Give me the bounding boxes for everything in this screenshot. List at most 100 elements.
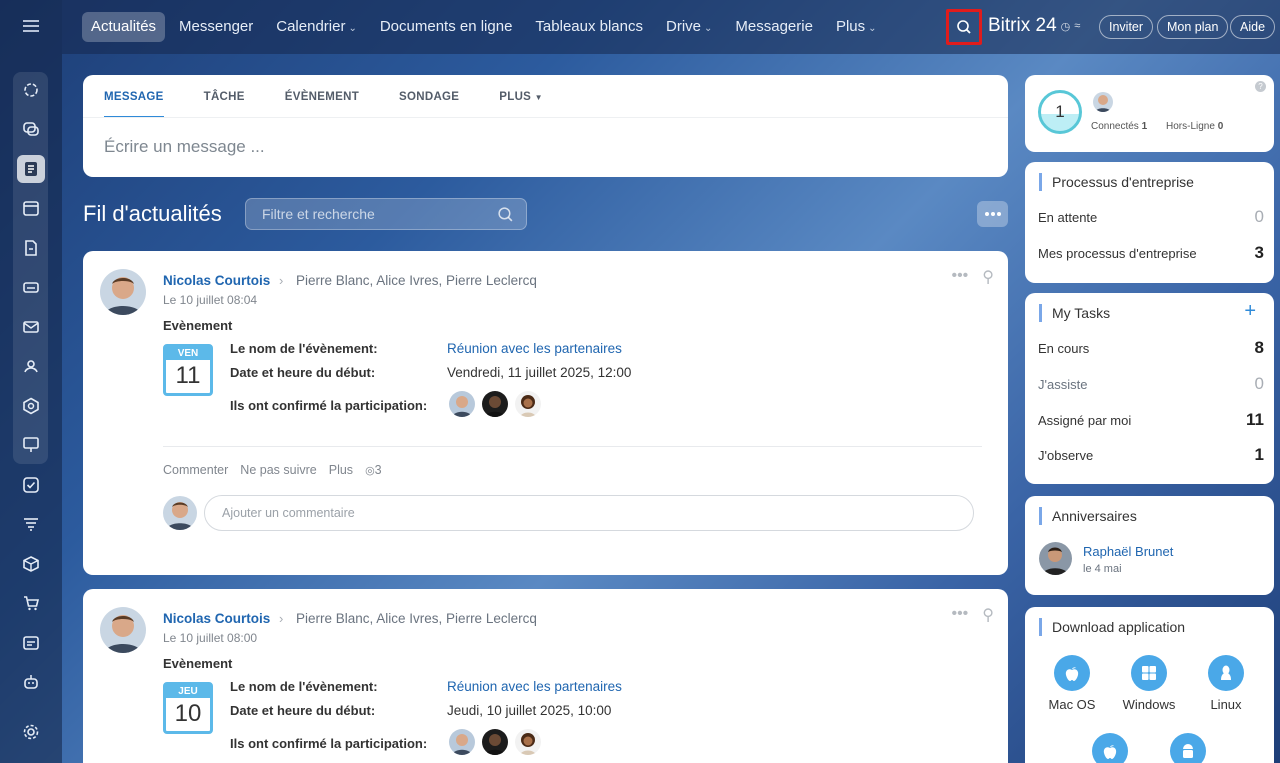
- participant-avatar[interactable]: [482, 391, 508, 417]
- author-avatar[interactable]: [100, 607, 146, 653]
- filter-search-input[interactable]: Filtre et recherche: [245, 198, 527, 230]
- task-row[interactable]: J'assiste 0: [1038, 374, 1264, 394]
- more-dots-icon[interactable]: •••: [951, 605, 968, 625]
- document-icon[interactable]: [17, 234, 45, 262]
- nav-messenger[interactable]: Messenger: [170, 12, 262, 42]
- widget-title: Download application: [1039, 618, 1185, 636]
- invite-button[interactable]: Inviter: [1099, 15, 1154, 39]
- calendar-icon[interactable]: [17, 194, 45, 222]
- nav-plus[interactable]: Plus ⌄: [827, 12, 886, 42]
- process-row[interactable]: En attente 0: [1038, 207, 1264, 227]
- collab-icon[interactable]: [17, 76, 45, 104]
- menu-burger-icon[interactable]: [21, 18, 41, 34]
- tab-sondage[interactable]: SONDAGE: [399, 75, 459, 117]
- settings-gear-icon[interactable]: [17, 718, 45, 746]
- download-android[interactable]: [1153, 733, 1223, 763]
- tab-tache[interactable]: TÂCHE: [204, 75, 245, 117]
- caret-down-icon: ▼: [534, 93, 543, 102]
- comment-input[interactable]: Ajouter un commentaire: [204, 495, 974, 531]
- add-task-plus-icon[interactable]: +: [1244, 300, 1256, 323]
- post-recipients[interactable]: Pierre Blanc, Alice Ivres, Pierre Lecler…: [296, 611, 537, 626]
- author-name-link[interactable]: Nicolas Courtois: [163, 611, 270, 626]
- task-row[interactable]: En cours 8: [1038, 338, 1264, 358]
- widget-title[interactable]: Anniversaires: [1039, 507, 1137, 525]
- more-dots-icon[interactable]: •••: [951, 267, 968, 287]
- event-name-label: Le nom de l'évènement:: [230, 679, 378, 694]
- feed-icon[interactable]: [17, 155, 45, 183]
- message-input[interactable]: Écrire un message ...: [104, 137, 265, 157]
- post-date[interactable]: Le 10 juillet 08:04: [163, 293, 257, 307]
- participant-avatar[interactable]: [515, 391, 541, 417]
- task-row[interactable]: J'observe 1: [1038, 445, 1264, 465]
- tasks-check-icon[interactable]: [17, 471, 45, 499]
- drive-icon[interactable]: [17, 273, 45, 301]
- online-users-widget: 1 Connectés 1 Hors-Ligne 0 ?: [1025, 75, 1274, 152]
- robot-icon[interactable]: [17, 668, 45, 696]
- nav-drive[interactable]: Drive ⌄: [657, 12, 721, 42]
- online-count-circle[interactable]: 1: [1038, 90, 1082, 134]
- online-user-avatar[interactable]: [1093, 92, 1113, 112]
- post-recipients[interactable]: Pierre Blanc, Alice Ivres, Pierre Lecler…: [296, 273, 537, 288]
- process-row[interactable]: Mes processus d'entreprise 3: [1038, 243, 1264, 263]
- event-name-link[interactable]: Réunion avec les partenaires: [447, 341, 622, 356]
- android-icon: [1170, 733, 1206, 763]
- nav-documents[interactable]: Documents en ligne: [371, 12, 522, 42]
- tab-evenement[interactable]: ÉVÈNEMENT: [285, 75, 359, 117]
- post-composer: MESSAGE TÂCHE ÉVÈNEMENT SONDAGE PLUS ▼ É…: [83, 75, 1008, 177]
- download-linux[interactable]: Linux: [1191, 655, 1261, 712]
- search-button[interactable]: [946, 9, 982, 45]
- author-name-link[interactable]: Nicolas Courtois: [163, 273, 270, 288]
- tab-message[interactable]: MESSAGE: [104, 75, 164, 118]
- download-windows[interactable]: Windows: [1114, 655, 1184, 712]
- widget-title[interactable]: My Tasks: [1039, 304, 1110, 322]
- presentation-icon[interactable]: [17, 431, 45, 459]
- download-ios[interactable]: [1075, 733, 1145, 763]
- funnel-icon[interactable]: [17, 510, 45, 538]
- post-actions-top: ••• ⚲: [951, 267, 994, 287]
- id-card-icon[interactable]: [17, 629, 45, 657]
- cart-icon[interactable]: [17, 589, 45, 617]
- linux-tux-icon: [1208, 655, 1244, 691]
- pin-icon[interactable]: ⚲: [982, 267, 994, 287]
- event-name-link[interactable]: Réunion avec les partenaires: [447, 679, 622, 694]
- chat-icon[interactable]: [17, 115, 45, 143]
- brand-logo[interactable]: Bitrix 24 ◷ ≈: [988, 15, 1080, 37]
- chevron-down-icon: ⌄: [868, 23, 877, 34]
- plan-button[interactable]: Mon plan: [1157, 15, 1229, 39]
- more-link[interactable]: Plus: [329, 463, 353, 477]
- birthday-avatar[interactable]: [1039, 542, 1072, 575]
- post-date[interactable]: Le 10 juillet 08:00: [163, 631, 257, 645]
- event-start-label: Date et heure du début:: [230, 365, 376, 380]
- download-macos[interactable]: Mac OS: [1037, 655, 1107, 712]
- more-dots-icon: [984, 212, 1001, 216]
- event-name-label: Le nom de l'évènement:: [230, 341, 378, 356]
- nav-calendrier[interactable]: Calendrier ⌄: [267, 12, 366, 42]
- settings-toggle-icon[interactable]: ≈: [1074, 20, 1080, 32]
- contacts-icon[interactable]: [17, 352, 45, 380]
- feed-post: Nicolas Courtois › Pierre Blanc, Alice I…: [83, 589, 1008, 763]
- task-row[interactable]: Assigné par moi 11: [1038, 410, 1264, 430]
- help-button[interactable]: Aide: [1230, 15, 1276, 39]
- nav-actualites[interactable]: Actualités: [82, 12, 166, 42]
- birthday-name-link[interactable]: Raphaël Brunet: [1083, 544, 1173, 559]
- hexagon-icon[interactable]: [17, 392, 45, 420]
- feed-more-button[interactable]: [977, 201, 1008, 227]
- comment-link[interactable]: Commenter: [163, 463, 228, 477]
- tab-plus[interactable]: PLUS ▼: [499, 75, 543, 117]
- participant-avatar[interactable]: [482, 729, 508, 755]
- mail-icon[interactable]: [17, 313, 45, 341]
- box-icon[interactable]: [17, 550, 45, 578]
- unfollow-link[interactable]: Ne pas suivre: [240, 463, 316, 477]
- nav-tableaux[interactable]: Tableaux blancs: [526, 12, 652, 42]
- widget-title[interactable]: Processus d'entreprise: [1039, 173, 1194, 191]
- chevron-down-icon: ⌄: [704, 23, 713, 34]
- nav-messagerie[interactable]: Messagerie: [726, 12, 822, 42]
- help-icon[interactable]: ?: [1255, 81, 1266, 92]
- author-avatar[interactable]: [100, 269, 146, 315]
- pin-icon[interactable]: ⚲: [982, 605, 994, 625]
- event-start-value: Vendredi, 11 juillet 2025, 12:00: [447, 365, 632, 380]
- participant-avatar[interactable]: [449, 391, 475, 417]
- participant-avatar[interactable]: [449, 729, 475, 755]
- participant-avatar[interactable]: [515, 729, 541, 755]
- post-type: Evènement: [163, 318, 233, 333]
